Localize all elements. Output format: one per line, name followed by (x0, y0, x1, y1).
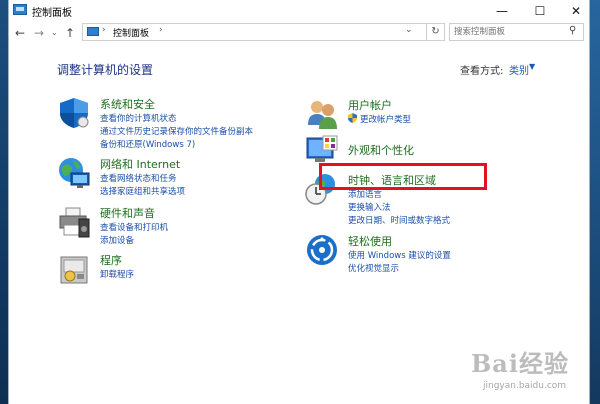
category-title-ease-of-access[interactable]: 轻松使用 (348, 233, 392, 249)
view-by-label: 查看方式: (460, 66, 504, 77)
uac-shield-icon (348, 113, 357, 126)
desktop-edge-left (0, 0, 8, 404)
search-box[interactable]: ⚲ (449, 23, 584, 41)
link-file-history-backup[interactable]: 通过文件历史记录保存你的文件备份副本 (100, 125, 253, 137)
shield-icon[interactable] (57, 96, 91, 130)
breadcrumb-control-panel[interactable]: 控制面板 (113, 26, 149, 39)
control-panel-icon (13, 4, 27, 15)
up-arrow-icon[interactable]: ↑ (65, 25, 75, 41)
page-title: 调整计算机的设置 (57, 63, 154, 77)
control-panel-small-icon (87, 27, 99, 36)
category-title-network-internet[interactable]: 网络和 Internet (100, 156, 180, 172)
users-icon[interactable] (305, 97, 339, 131)
breadcrumb-separator-icon[interactable]: › (102, 25, 106, 35)
window-title: 控制面板 (32, 8, 72, 19)
link-change-date-time-format[interactable]: 更改日期、时间或数字格式 (348, 214, 450, 226)
search-icon[interactable]: ⚲ (569, 25, 576, 36)
title-bar[interactable]: 控制面板 — ☐ ✕ (9, 0, 589, 22)
view-by-caret-icon[interactable]: ▼ (529, 62, 535, 71)
printer-icon[interactable] (57, 205, 91, 239)
link-change-input-method[interactable]: 更换输入法 (348, 201, 391, 213)
link-uninstall-program[interactable]: 卸载程序 (100, 268, 134, 280)
close-button[interactable]: ✕ (559, 0, 593, 22)
category-title-system-security[interactable]: 系统和安全 (100, 96, 155, 112)
control-panel-window: 控制面板 — ☐ ✕ ← → ⌄ ↑ › 控制面板 › ⌄ ↻ ⚲ 调整计算机的… (8, 0, 590, 404)
link-change-account-type[interactable]: 更改帐户类型 (360, 113, 411, 125)
address-dropdown-chevron-icon[interactable]: ⌄ (405, 25, 413, 35)
link-optimize-visual-display[interactable]: 优化视觉显示 (348, 262, 399, 274)
link-backup-restore[interactable]: 备份和还原(Windows 7) (100, 138, 195, 150)
category-title-appearance[interactable]: 外观和个性化 (348, 142, 414, 158)
desktop-edge-right (590, 0, 600, 404)
category-title-hardware-sound[interactable]: 硬件和声音 (100, 205, 155, 221)
baidu-watermark-url: jingyan.baidu.com (483, 381, 567, 391)
recent-locations-chevron-icon[interactable]: ⌄ (51, 25, 58, 41)
baidu-watermark-logo: Bai经验 (471, 349, 569, 378)
view-by-dropdown[interactable]: 类别 (509, 62, 529, 77)
highlight-annotation-box (319, 163, 487, 190)
back-arrow-icon[interactable]: ← (15, 25, 25, 41)
link-view-computer-status[interactable]: 查看你的计算机状态 (100, 112, 177, 124)
link-devices-printers[interactable]: 查看设备和打印机 (100, 221, 168, 233)
link-view-network-status[interactable]: 查看网络状态和任务 (100, 172, 177, 184)
programs-icon[interactable] (57, 252, 91, 286)
address-bar[interactable]: › 控制面板 › ⌄ (82, 23, 427, 41)
refresh-button[interactable]: ↻ (427, 23, 445, 41)
category-title-user-accounts[interactable]: 用户帐户 (348, 97, 392, 113)
category-title-programs[interactable]: 程序 (100, 252, 122, 268)
network-globe-icon[interactable] (57, 156, 91, 190)
breadcrumb-separator-icon[interactable]: › (159, 25, 163, 35)
link-use-recommended-settings[interactable]: 使用 Windows 建议的设置 (348, 249, 451, 261)
minimize-button[interactable]: — (485, 0, 519, 22)
search-input[interactable] (454, 25, 564, 39)
maximize-button[interactable]: ☐ (523, 0, 557, 22)
link-add-device[interactable]: 添加设备 (100, 234, 134, 246)
ease-of-access-icon[interactable] (305, 233, 339, 267)
forward-arrow-icon[interactable]: → (34, 25, 44, 41)
link-homegroup-sharing[interactable]: 选择家庭组和共享选项 (100, 185, 185, 197)
